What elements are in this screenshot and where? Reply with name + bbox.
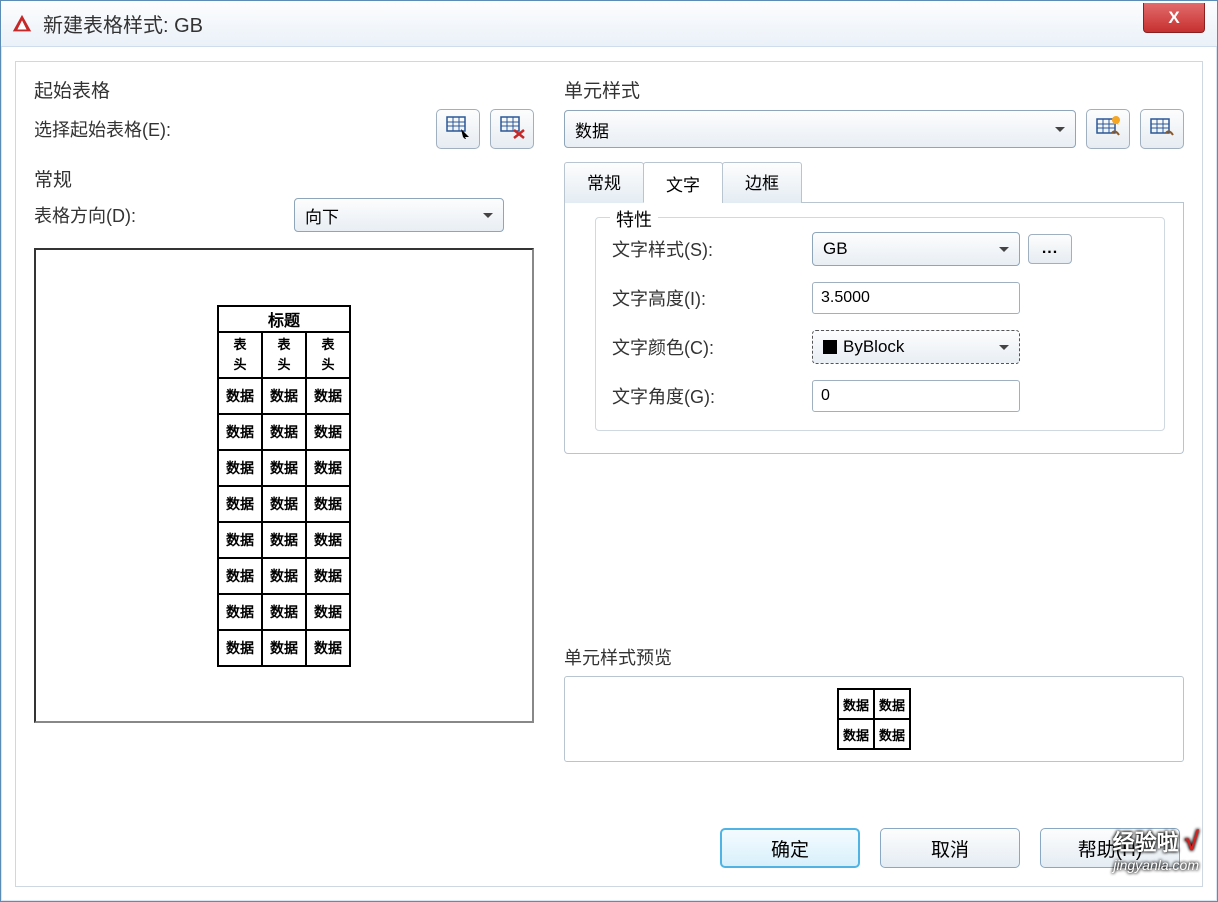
watermark: 经验啦 √ jingyanla.com xyxy=(1113,825,1199,873)
mini-preview-table: 数据数据 数据数据 xyxy=(837,688,911,750)
sample-header-cell: 表头 xyxy=(218,332,262,378)
right-column: 单元样式 数据 xyxy=(564,76,1184,812)
sample-header-cell: 表头 xyxy=(306,332,350,378)
title-bar: 新建表格样式: GB X xyxy=(1,1,1217,47)
check-icon: √ xyxy=(1185,826,1199,856)
tab-text[interactable]: 文字 xyxy=(643,162,723,203)
properties-fieldset: 特性 文字样式(S): GB ... 文字高度(I): xyxy=(595,217,1165,431)
window-title: 新建表格样式: GB xyxy=(43,9,203,38)
close-button[interactable]: X xyxy=(1143,3,1205,33)
tab-general[interactable]: 常规 xyxy=(564,162,644,203)
general-group: 常规 表格方向(D): 向下 xyxy=(34,165,534,232)
new-cell-style-button[interactable] xyxy=(1086,109,1130,149)
cell-style-preview-group: 单元样式预览 数据数据 数据数据 xyxy=(564,644,1184,762)
text-color-select[interactable]: ByBlock xyxy=(812,330,1020,364)
properties-legend: 特性 xyxy=(610,206,658,232)
ok-button[interactable]: 确定 xyxy=(720,828,860,868)
cell-style-heading: 单元样式 xyxy=(564,76,1184,103)
tab-border[interactable]: 边框 xyxy=(722,162,802,203)
text-height-input[interactable] xyxy=(812,282,1020,314)
color-swatch-icon xyxy=(823,340,837,354)
ellipsis-icon: ... xyxy=(1042,240,1058,258)
remove-table-button[interactable] xyxy=(490,109,534,149)
direction-label: 表格方向(D): xyxy=(34,202,284,228)
text-style-select[interactable]: GB xyxy=(812,232,1020,266)
direction-value: 向下 xyxy=(305,203,339,228)
app-icon xyxy=(11,13,33,35)
table-manage-icon xyxy=(1149,115,1175,144)
watermark-url: jingyanla.com xyxy=(1113,857,1199,873)
select-start-label: 选择起始表格(E): xyxy=(34,116,426,142)
cell-style-preview-label: 单元样式预览 xyxy=(564,644,1184,670)
sample-table: 标题 表头 表头 表头 数据数据数据 数据数据数据 数据数据数据 数据数据数据 … xyxy=(217,305,351,667)
table-cursor-icon xyxy=(445,115,471,144)
text-color-value: ByBlock xyxy=(843,337,904,357)
cell-style-select[interactable]: 数据 xyxy=(564,110,1076,148)
manage-cell-style-button[interactable] xyxy=(1140,109,1184,149)
sample-data-cell: 数据 xyxy=(218,378,262,414)
text-height-label: 文字高度(I): xyxy=(612,285,812,311)
watermark-text: 经验啦 xyxy=(1113,830,1179,855)
dialog-body: 起始表格 选择起始表格(E): xyxy=(15,61,1203,887)
left-column: 起始表格 选择起始表格(E): xyxy=(34,76,534,812)
start-table-group: 起始表格 选择起始表格(E): xyxy=(34,76,534,149)
text-style-value: GB xyxy=(823,239,848,259)
select-table-button[interactable] xyxy=(436,109,480,149)
table-preview: 标题 表头 表头 表头 数据数据数据 数据数据数据 数据数据数据 数据数据数据 … xyxy=(34,248,534,723)
text-angle-input[interactable] xyxy=(812,380,1020,412)
cell-style-preview: 数据数据 数据数据 xyxy=(564,676,1184,762)
table-delete-icon xyxy=(499,115,525,144)
text-style-browse-button[interactable]: ... xyxy=(1028,234,1072,264)
text-style-label: 文字样式(S): xyxy=(612,236,812,262)
cancel-button[interactable]: 取消 xyxy=(880,828,1020,868)
cell-style-value: 数据 xyxy=(575,117,609,142)
dialog-window: 新建表格样式: GB X 起始表格 选择起始表格(E): xyxy=(0,0,1218,902)
general-heading: 常规 xyxy=(34,165,534,192)
table-new-icon xyxy=(1095,115,1121,144)
sample-title-cell: 标题 xyxy=(218,306,350,332)
cell-style-tabs: 常规 文字 边框 xyxy=(564,161,1184,203)
start-table-heading: 起始表格 xyxy=(34,76,534,103)
text-angle-label: 文字角度(G): xyxy=(612,383,812,409)
sample-header-cell: 表头 xyxy=(262,332,306,378)
tab-panel-text: 特性 文字样式(S): GB ... 文字高度(I): xyxy=(564,203,1184,454)
direction-select[interactable]: 向下 xyxy=(294,198,504,232)
close-icon: X xyxy=(1168,8,1179,28)
dialog-buttons: 确定 取消 帮助(H) xyxy=(720,828,1180,868)
text-color-label: 文字颜色(C): xyxy=(612,334,812,360)
